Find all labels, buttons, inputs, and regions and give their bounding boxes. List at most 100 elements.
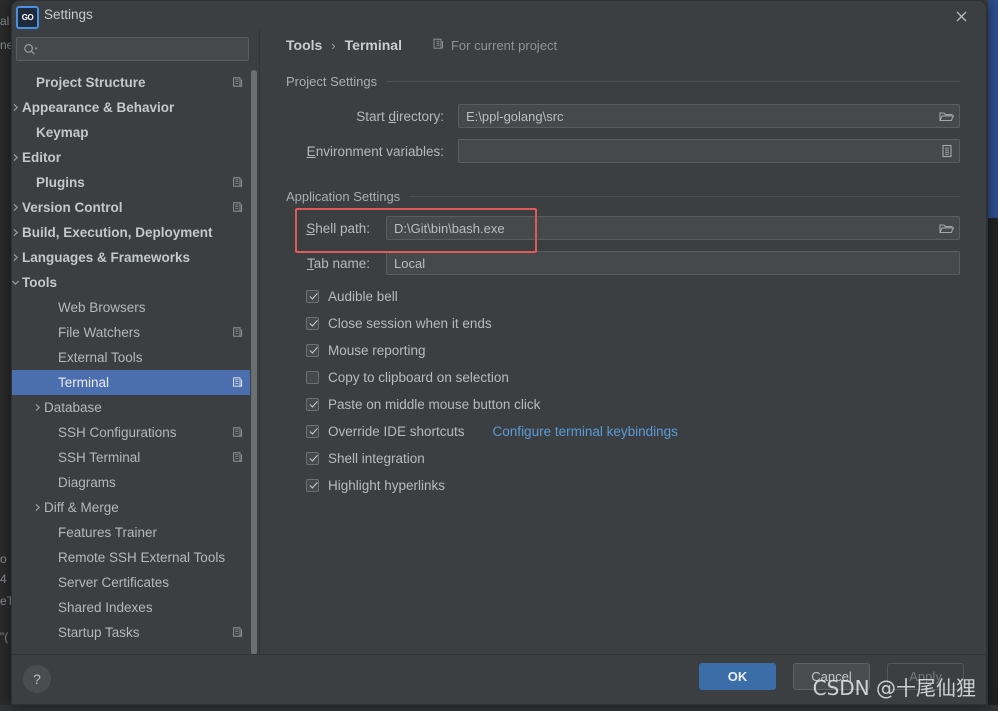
sidebar-item-startup-tasks[interactable]: Startup Tasks <box>12 620 250 645</box>
chevron-down-icon[interactable] <box>12 278 22 287</box>
checkbox-label: Copy to clipboard on selection <box>328 369 509 385</box>
tab-name-input[interactable] <box>387 255 959 271</box>
sidebar-item-features-trainer[interactable]: Features Trainer <box>12 520 250 545</box>
background-text-fragment: "( <box>0 630 9 644</box>
checkbox-box[interactable] <box>306 451 319 465</box>
sidebar-scrollbar-track[interactable] <box>250 70 259 655</box>
sidebar-item-label: Appearance & Behavior <box>22 100 175 115</box>
tab-name-label: Tab name: <box>306 255 370 271</box>
start-directory-input[interactable] <box>459 108 933 124</box>
checkbox-box[interactable] <box>306 424 319 438</box>
tab-name-field[interactable] <box>386 251 960 275</box>
checkbox-label: Override IDE shortcuts <box>328 423 465 439</box>
project-scope-icon <box>233 426 244 439</box>
folder-icon[interactable] <box>933 110 959 123</box>
dialog-titlebar: GO Settings <box>12 1 986 30</box>
sidebar-item-file-watchers[interactable]: File Watchers <box>12 320 250 345</box>
dialog-footer: ? OK Cancel Apply <box>12 654 986 704</box>
sidebar-item-label: Startup Tasks <box>58 625 140 640</box>
checkbox-label: Close session when it ends <box>328 315 492 331</box>
sidebar-item-terminal[interactable]: Terminal <box>12 370 250 395</box>
sidebar-item-database[interactable]: Database <box>12 395 250 420</box>
sidebar-item-ssh-configurations[interactable]: SSH Configurations <box>12 420 250 445</box>
checkbox-box[interactable] <box>306 478 319 492</box>
sidebar-item-build-execution-deployment[interactable]: Build, Execution, Deployment <box>12 220 250 245</box>
checkbox-audible-bell[interactable]: Audible bell <box>306 286 398 306</box>
project-settings-title: Project Settings <box>286 73 387 89</box>
checkbox-box[interactable] <box>306 289 319 303</box>
checkbox-paste-on-middle-mouse-button-click[interactable]: Paste on middle mouse button click <box>306 394 540 414</box>
search-box[interactable] <box>16 37 249 61</box>
ok-button[interactable]: OK <box>699 663 776 690</box>
sidebar-item-label: Database <box>44 400 102 415</box>
sidebar-item-label: Web Browsers <box>58 300 146 315</box>
sidebar-item-label: Shared Indexes <box>58 600 153 615</box>
breadcrumb-separator-icon: › <box>331 37 336 53</box>
checkbox-box[interactable] <box>306 343 319 357</box>
search-input[interactable] <box>38 42 248 56</box>
sidebar-item-label: Tools <box>22 275 57 290</box>
sidebar-item-remote-ssh-external-tools[interactable]: Remote SSH External Tools <box>12 545 250 570</box>
checkbox-shell-integration[interactable]: Shell integration <box>306 448 425 468</box>
checkbox-copy-to-clipboard-on-selection[interactable]: Copy to clipboard on selection <box>306 367 509 387</box>
search-field-wrapper <box>16 37 249 61</box>
checkbox-box[interactable] <box>306 370 319 384</box>
environment-variables-field[interactable] <box>458 139 960 163</box>
logo-text: GO <box>21 12 34 22</box>
checkbox-box[interactable] <box>306 397 319 411</box>
chevron-right-icon[interactable] <box>30 403 44 412</box>
chevron-right-icon[interactable] <box>12 153 22 162</box>
sidebar-item-diagrams[interactable]: Diagrams <box>12 470 250 495</box>
chevron-right-icon[interactable] <box>12 203 22 212</box>
start-directory-field[interactable] <box>458 104 960 128</box>
environment-variables-input[interactable] <box>459 143 933 159</box>
project-scope-icon <box>233 176 244 189</box>
sidebar-item-version-control[interactable]: Version Control <box>12 195 250 220</box>
shell-path-input[interactable] <box>387 220 933 236</box>
chevron-right-icon[interactable] <box>12 228 22 237</box>
cancel-button[interactable]: Cancel <box>793 663 870 690</box>
checkbox-close-session-when-it-ends[interactable]: Close session when it ends <box>306 313 492 333</box>
background-right-blue-strip <box>988 0 998 218</box>
sidebar-item-tools[interactable]: Tools <box>12 270 250 295</box>
shell-path-field[interactable] <box>386 216 960 240</box>
sidebar-item-shared-indexes[interactable]: Shared Indexes <box>12 595 250 620</box>
chevron-right-icon[interactable] <box>12 253 22 262</box>
checkbox-highlight-hyperlinks[interactable]: Highlight hyperlinks <box>306 475 445 495</box>
sidebar-item-diff-merge[interactable]: Diff & Merge <box>12 495 250 520</box>
breadcrumb: Tools › Terminal For current project <box>286 37 557 53</box>
list-icon[interactable] <box>933 144 959 158</box>
sidebar-scrollbar-thumb[interactable] <box>251 70 257 655</box>
sidebar-item-server-certificates[interactable]: Server Certificates <box>12 570 250 595</box>
background-text-fragment: 4 <box>0 572 7 586</box>
sidebar-item-appearance-behavior[interactable]: Appearance & Behavior <box>12 95 250 120</box>
sidebar-item-label: Version Control <box>22 200 123 215</box>
application-settings-group: Application Settings <box>286 187 960 205</box>
checkbox-override-ide-shortcuts[interactable]: Override IDE shortcuts Configure terminal… <box>306 421 678 441</box>
help-button[interactable]: ? <box>23 665 51 693</box>
sidebar-item-project-structure[interactable]: Project Structure <box>12 70 250 95</box>
checkbox-label: Mouse reporting <box>328 342 426 358</box>
checkbox-label: Audible bell <box>328 288 398 304</box>
checkbox-box[interactable] <box>306 316 319 330</box>
chevron-right-icon[interactable] <box>30 503 44 512</box>
sidebar-item-web-browsers[interactable]: Web Browsers <box>12 295 250 320</box>
sidebar-item-ssh-terminal[interactable]: SSH Terminal <box>12 445 250 470</box>
sidebar-item-label: Keymap <box>36 125 89 140</box>
breadcrumb-parent[interactable]: Tools <box>286 37 322 53</box>
settings-sidebar: Project Structure Appearance & Behavior Ke… <box>12 30 260 655</box>
sidebar-item-label: Editor <box>22 150 61 165</box>
sidebar-item-editor[interactable]: Editor <box>12 145 250 170</box>
configure-terminal-keybindings-link[interactable]: Configure terminal keybindings <box>493 424 678 439</box>
checkbox-mouse-reporting[interactable]: Mouse reporting <box>306 340 426 360</box>
search-icon <box>23 43 38 56</box>
settings-content-pane: Tools › Terminal For current project Pro… <box>260 30 986 655</box>
sidebar-item-languages-frameworks[interactable]: Languages & Frameworks <box>12 245 250 270</box>
sidebar-item-plugins[interactable]: Plugins <box>12 170 250 195</box>
chevron-right-icon[interactable] <box>12 103 22 112</box>
sidebar-item-label: Plugins <box>36 175 85 190</box>
close-icon[interactable] <box>948 5 974 27</box>
sidebar-item-keymap[interactable]: Keymap <box>12 120 250 145</box>
folder-icon[interactable] <box>933 222 959 235</box>
sidebar-item-external-tools[interactable]: External Tools <box>12 345 250 370</box>
